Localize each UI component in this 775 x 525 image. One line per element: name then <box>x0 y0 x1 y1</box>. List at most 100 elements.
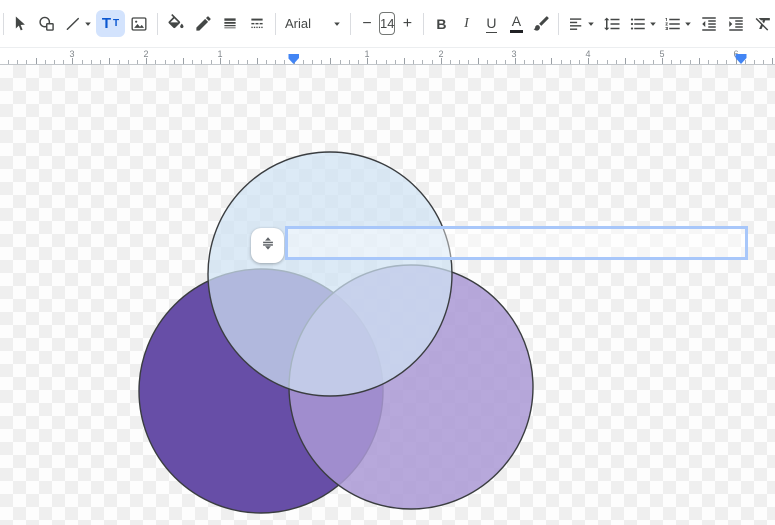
ruler-tick <box>339 60 341 64</box>
ruler-tick <box>726 60 728 64</box>
ruler-tick <box>505 60 507 64</box>
ruler-tick <box>422 60 424 64</box>
ruler-tick <box>431 60 433 64</box>
bold-button[interactable]: B <box>429 6 453 42</box>
ruler-tick <box>192 60 194 64</box>
numbered-list-button[interactable] <box>661 6 695 42</box>
pencil-icon <box>194 14 213 33</box>
ruler-tick <box>109 58 111 64</box>
vertical-adjust-icon <box>260 235 276 256</box>
ruler-tick <box>680 60 682 64</box>
ruler-tick <box>210 60 212 64</box>
toolbar-divider <box>423 12 425 35</box>
chevron-down-icon <box>84 20 92 28</box>
ruler-tick <box>136 60 138 64</box>
ruler-tick <box>763 60 765 64</box>
ruler-tick <box>90 60 92 64</box>
shape-icon <box>37 14 57 34</box>
italic-button[interactable]: I <box>454 6 478 42</box>
ruler-tick <box>615 60 617 64</box>
decrease-indent-button[interactable] <box>696 6 722 42</box>
ruler-tick <box>486 60 488 64</box>
align-button[interactable] <box>564 6 598 42</box>
ruler-number: 1 <box>217 49 223 59</box>
ruler-tick <box>201 60 203 64</box>
ruler-tick <box>707 60 709 64</box>
ruler-tick <box>348 60 350 64</box>
ruler: 321123456 <box>0 48 775 65</box>
border-dash-button[interactable] <box>244 6 270 42</box>
toolbar-divider <box>350 12 351 35</box>
font-family-value: Arial <box>285 16 312 31</box>
ruler-number: 1 <box>364 49 370 59</box>
ruler-tick <box>321 60 323 64</box>
ruler-tick <box>182 58 184 64</box>
ruler-tick <box>551 58 553 64</box>
increase-indent-button[interactable] <box>723 6 749 42</box>
image-icon <box>129 14 149 34</box>
ruler-tick <box>754 60 755 64</box>
font-size-input[interactable]: 14 <box>379 12 396 35</box>
ruler-tick <box>100 60 102 64</box>
increase-font-size-button[interactable]: + <box>396 6 418 42</box>
drawing-canvas[interactable] <box>0 65 775 525</box>
ruler-number: 3 <box>69 49 75 59</box>
venn-circle-light-blue[interactable] <box>207 151 453 397</box>
decrease-font-size-button[interactable]: − <box>356 6 378 42</box>
text-color-button[interactable]: A <box>504 6 528 42</box>
ruler-number: 2 <box>438 49 444 59</box>
ruler-tick <box>81 60 83 64</box>
ruler-tick <box>542 60 544 64</box>
toolbar: Tt <box>0 0 775 48</box>
font-family-select[interactable]: Arial <box>281 6 345 42</box>
ruler-tick <box>284 60 286 64</box>
ruler-tick <box>54 60 56 64</box>
fill-color-button[interactable] <box>163 6 189 42</box>
ruler-tick <box>532 60 534 64</box>
border-color-button[interactable] <box>190 6 216 42</box>
clear-format-icon <box>754 14 773 33</box>
ruler-tick <box>468 60 470 64</box>
ruler-tick <box>523 60 525 64</box>
border-weight-button[interactable] <box>217 6 243 42</box>
ruler-tick <box>17 60 19 64</box>
indent-marker-left[interactable] <box>288 54 299 64</box>
ruler-tick <box>330 58 332 64</box>
ruler-tick <box>413 60 415 64</box>
ruler-tick <box>376 60 378 64</box>
numbered-list-icon <box>664 15 682 33</box>
ruler-tick <box>63 60 65 64</box>
clear-formatting-button[interactable] <box>750 6 775 42</box>
ruler-tick <box>357 60 359 64</box>
ruler-tick <box>606 60 608 64</box>
text-box-tool-button[interactable]: Tt <box>96 10 125 37</box>
drawing-text-box[interactable] <box>285 226 748 260</box>
drawing-shapes <box>138 151 534 514</box>
toolbar-divider <box>275 12 276 35</box>
toolbar-divider <box>157 12 158 35</box>
line-spacing-button[interactable] <box>599 6 625 42</box>
underline-button[interactable]: U <box>479 6 503 42</box>
text-color-a-icon: A <box>509 14 523 33</box>
line-dash-icon <box>248 15 266 33</box>
chevron-down-icon <box>649 20 657 28</box>
select-tool-button[interactable] <box>7 6 33 42</box>
ruler-tick <box>579 60 580 64</box>
ruler-tick <box>155 60 157 64</box>
ruler-tick <box>625 58 627 64</box>
image-tool-button[interactable] <box>126 6 152 42</box>
text-icon: T <box>101 15 112 32</box>
ruler-tick <box>238 60 240 64</box>
ruler-tick <box>496 60 498 64</box>
text-box-drag-handle[interactable] <box>251 228 284 263</box>
highlight-color-button[interactable] <box>529 6 553 42</box>
ruler-tick <box>127 60 129 64</box>
bullet-list-icon <box>629 15 647 33</box>
shape-tool-button[interactable] <box>34 6 60 42</box>
ruler-tick <box>717 60 719 64</box>
line-tool-button[interactable] <box>61 6 95 42</box>
ruler-tick <box>744 60 746 64</box>
ruler-number: 5 <box>659 49 665 59</box>
bulleted-list-button[interactable] <box>626 6 660 42</box>
highlighter-icon <box>532 14 551 33</box>
